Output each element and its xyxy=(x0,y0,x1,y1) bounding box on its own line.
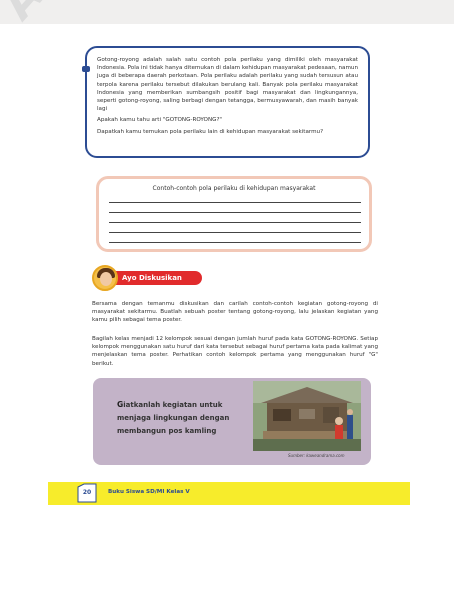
discussion-badge: Ayo Diskusikan xyxy=(92,265,217,295)
answer-line xyxy=(109,242,361,243)
poster-sentence: Giatkanlah kegiatan untuk menjaga lingku… xyxy=(117,398,245,438)
poster-sentence-rest: iatkanlah kegiatan untuk menjaga lingkun… xyxy=(117,401,230,435)
box-tab-marker xyxy=(82,66,90,72)
answer-line xyxy=(109,202,361,203)
page-number: 20 xyxy=(76,483,98,503)
discussion-paragraph-1: Bersama dengan temanmu diskusikan dan ca… xyxy=(92,301,378,324)
intro-question-1: Apakah kamu tahu arti "GOTONG-ROYONG?" xyxy=(97,117,223,124)
footer-band xyxy=(48,482,410,505)
intro-text-box: Gotong-royong adalah salah satu contoh p… xyxy=(82,46,370,158)
discussion-paragraph-2: Bagilah kelas menjadi 12 kelompok sesuai… xyxy=(92,336,378,367)
answer-line xyxy=(109,232,361,233)
pos-kamling-photo xyxy=(253,381,361,451)
top-margin xyxy=(0,0,454,24)
student-avatar-icon xyxy=(92,265,118,291)
discussion-badge-label: Ayo Diskusikan xyxy=(110,271,202,285)
examples-box: Contoh-contoh pola perilaku di kehidupan… xyxy=(96,176,372,252)
photo-source: Sumber: kaweandrama.com xyxy=(288,453,345,458)
answer-line xyxy=(109,222,361,223)
answer-line xyxy=(109,212,361,213)
poster-example: Giatkanlah kegiatan untuk menjaga lingku… xyxy=(93,378,371,465)
examples-title: Contoh-contoh pola perilaku di kehidupan… xyxy=(152,185,316,192)
intro-paragraph: Gotong-royong adalah salah satu contoh p… xyxy=(97,57,359,113)
page-number-text: 20 xyxy=(82,489,92,496)
intro-question-2: Dapatkah kamu temukan pola perilaku lain… xyxy=(97,128,324,135)
footer-book-title: Buku Siswa SD/MI Kelas V xyxy=(108,489,190,495)
